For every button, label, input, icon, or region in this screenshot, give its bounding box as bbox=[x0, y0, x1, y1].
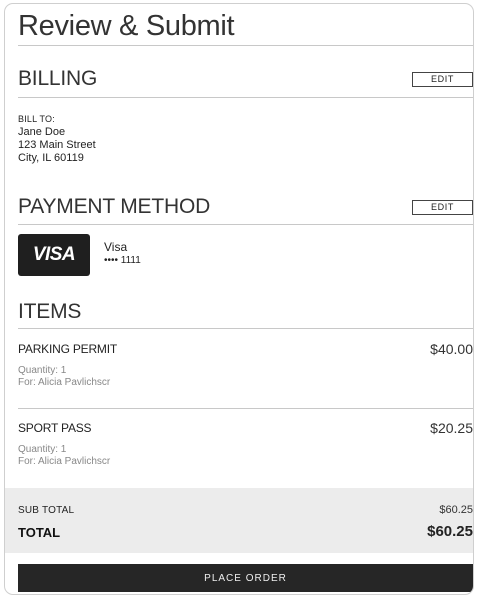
billing-address: BILL TO: Jane Doe 123 Main Street City, … bbox=[18, 113, 96, 165]
divider bbox=[18, 97, 473, 98]
item-recipient: For: Alicia Pavlichscr bbox=[18, 377, 111, 388]
card-masked-number: •••• 1111 bbox=[104, 255, 141, 266]
item-price: $40.00 bbox=[430, 341, 473, 357]
edit-payment-button[interactable]: EDIT bbox=[412, 200, 473, 215]
item-quantity: Quantity: 1 bbox=[18, 365, 67, 376]
items-heading: ITEMS bbox=[18, 300, 82, 323]
card-brand: Visa bbox=[104, 240, 128, 254]
visa-logo-text: VISA bbox=[32, 244, 76, 265]
divider bbox=[18, 45, 473, 46]
subtotal-label: SUB TOTAL bbox=[18, 505, 75, 516]
review-page: Review & Submit BILLING EDIT BILL TO: Ja… bbox=[0, 0, 480, 598]
totals-panel: SUB TOTAL $60.25 TOTAL $60.25 bbox=[5, 488, 473, 553]
item-name: SPORT PASS bbox=[18, 421, 92, 435]
item-name: PARKING PERMIT bbox=[18, 342, 117, 356]
page-title: Review & Submit bbox=[18, 10, 235, 42]
total-value: $60.25 bbox=[427, 523, 473, 540]
billing-street: 123 Main Street bbox=[18, 139, 96, 151]
subtotal-value: $60.25 bbox=[439, 504, 473, 516]
divider bbox=[18, 328, 473, 329]
review-card: Review & Submit BILLING EDIT BILL TO: Ja… bbox=[4, 3, 474, 595]
total-label: TOTAL bbox=[18, 525, 61, 540]
item-recipient: For: Alicia Pavlichscr bbox=[18, 456, 111, 467]
billing-heading: BILLING bbox=[18, 67, 98, 90]
divider bbox=[18, 224, 473, 225]
visa-card-icon: VISA bbox=[18, 234, 90, 276]
item-price: $20.25 bbox=[430, 420, 473, 436]
bill-to-label: BILL TO: bbox=[18, 114, 55, 124]
billing-city: City, IL 60119 bbox=[18, 152, 84, 164]
billing-name: Jane Doe bbox=[18, 126, 66, 138]
divider bbox=[18, 408, 473, 409]
payment-method-heading: PAYMENT METHOD bbox=[18, 195, 211, 218]
place-order-button[interactable]: PLACE ORDER bbox=[18, 564, 473, 592]
item-quantity: Quantity: 1 bbox=[18, 444, 67, 455]
edit-billing-button[interactable]: EDIT bbox=[412, 72, 473, 87]
